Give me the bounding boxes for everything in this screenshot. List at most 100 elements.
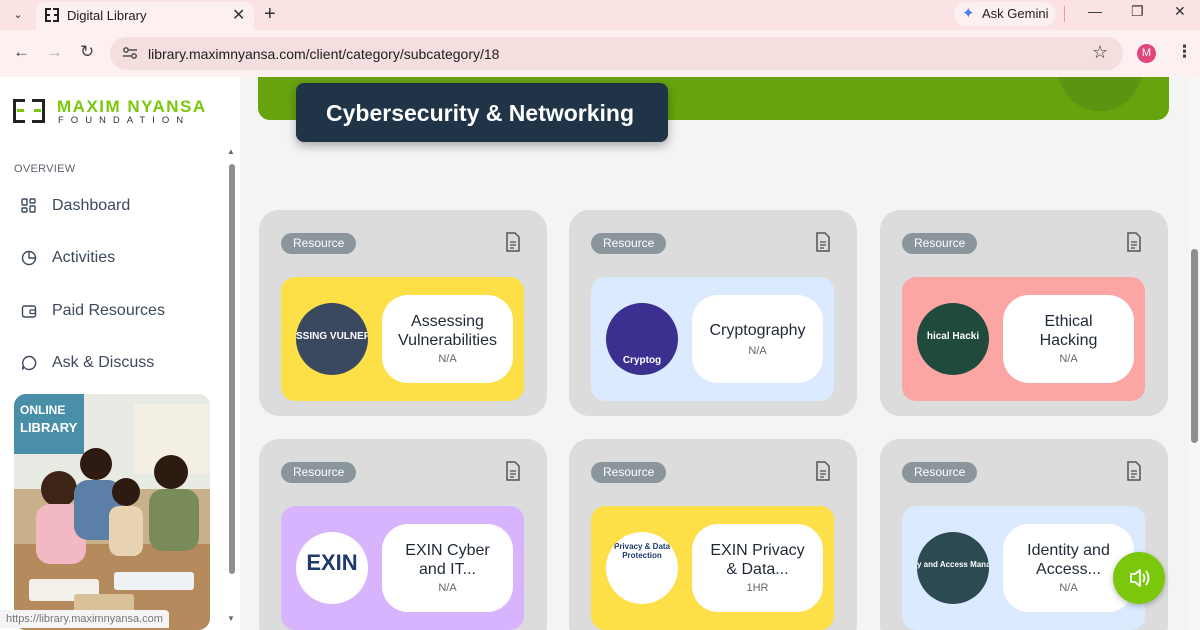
online-library-promo-image: ONLINE LIBRARY (14, 394, 210, 630)
resource-badge: Resource (591, 462, 667, 483)
resource-card-body[interactable]: Privacy & Data Protection EXIN Privacy &… (591, 506, 834, 630)
speaker-icon (1130, 569, 1150, 587)
thumbnail-text: y and Access Manag (917, 560, 989, 569)
resource-info: Cryptography N/A (692, 295, 823, 383)
resource-thumbnail: EXIN (296, 532, 368, 604)
window-divider (1064, 6, 1065, 22)
scroll-up-arrow-icon[interactable]: ▲ (227, 147, 235, 156)
thumbnail-text: Privacy & Data Protection (613, 542, 671, 560)
sidebar: MAXIM NYANSA FOUNDATION OVERVIEW Dashboa… (0, 77, 240, 630)
resource-card[interactable]: Resource Cryptog Cryptography N/A (569, 210, 857, 416)
browser-tab[interactable]: Digital Library ✕ (36, 2, 254, 30)
resource-duration: N/A (438, 353, 457, 365)
document-icon[interactable] (1126, 461, 1142, 481)
logo-subtitle: FOUNDATION (58, 115, 191, 126)
resource-card-body[interactable]: hical Hacki Ethical Hacking N/A (902, 277, 1145, 401)
resource-duration: N/A (438, 582, 457, 594)
logo-title: MAXIM NYANSA (57, 97, 207, 116)
resource-card[interactable]: Resource EXIN EXIN Cyber and IT... N/A (259, 439, 547, 630)
document-icon[interactable] (815, 232, 831, 252)
thumbnail-text: Cryptog (622, 355, 662, 366)
wallet-icon (21, 305, 37, 318)
children-reading-illustration: ONLINE LIBRARY (14, 394, 210, 630)
resource-badge: Resource (281, 233, 357, 254)
close-tab-icon[interactable]: ✕ (232, 5, 245, 25)
sidebar-item-label: Ask & Discuss (52, 354, 155, 371)
ask-gemini-button[interactable]: ✦ Ask Gemini (954, 2, 1056, 26)
thumbnail-text: hical Hacki (926, 331, 980, 342)
url-text: library.maximnyansa.com/client/category/… (148, 46, 500, 62)
site-settings-icon[interactable] (122, 45, 138, 61)
scroll-down-arrow-icon[interactable]: ▼ (227, 614, 235, 623)
main-scrollbar[interactable] (1191, 249, 1198, 443)
svg-text:LIBRARY: LIBRARY (20, 420, 78, 435)
bookmark-star-icon[interactable]: ☆ (1092, 42, 1108, 63)
section-label-overview: OVERVIEW (14, 163, 76, 175)
document-icon[interactable] (505, 232, 521, 252)
close-window-icon[interactable]: ✕ (1174, 3, 1186, 20)
resource-title-line2: Vulnerabilities (397, 332, 497, 349)
resource-card-body[interactable]: EXIN EXIN Cyber and IT... N/A (281, 506, 524, 630)
resource-thumbnail: Cryptog (606, 303, 678, 375)
resource-title-line1: EXIN Privacy (710, 542, 805, 559)
svg-text:ONLINE: ONLINE (20, 403, 65, 417)
browser-menu-icon[interactable]: ⋮ (1176, 42, 1193, 62)
resource-thumbnail: Privacy & Data Protection (606, 532, 678, 604)
text-to-speech-button[interactable] (1113, 552, 1165, 604)
ask-gemini-label: Ask Gemini (982, 6, 1049, 21)
status-bar-url: https://library.maximnyansa.com (0, 610, 169, 628)
address-bar[interactable]: library.maximnyansa.com/client/category/… (110, 37, 1123, 70)
resource-duration: N/A (748, 345, 767, 357)
resource-title-line1: Assessing (411, 313, 484, 330)
page-title-pill: Cybersecurity & Networking (296, 83, 668, 142)
resource-title-line2: & Data... (726, 561, 789, 578)
sidebar-item-activities[interactable]: Activities (14, 243, 214, 273)
thumbnail-text: EXIN (306, 550, 358, 575)
resource-info: Assessing Vulnerabilities N/A (382, 295, 513, 383)
resource-card-body[interactable]: SSING VULNERABI Assessing Vulnerabilitie… (281, 277, 524, 401)
sidebar-item-dashboard[interactable]: Dashboard (14, 191, 214, 221)
document-icon[interactable] (505, 461, 521, 481)
main-content: Cybersecurity & Networking Resource SSIN… (240, 77, 1200, 630)
document-icon[interactable] (1126, 232, 1142, 252)
resource-badge: Resource (902, 462, 978, 483)
main-scrollbar-track (1189, 77, 1200, 630)
minimize-icon[interactable]: — (1088, 3, 1102, 19)
resource-title-line2: Hacking (1039, 332, 1098, 349)
resource-card[interactable]: Resource SSING VULNERABI Assessing Vulne… (259, 210, 547, 416)
resource-title-line1: Ethical (1044, 313, 1093, 330)
thumbnail-text: SSING VULNERABI (296, 331, 368, 342)
resource-card-body[interactable]: Cryptog Cryptography N/A (591, 277, 834, 401)
resource-card-body[interactable]: y and Access Manag Identity and Access..… (902, 506, 1145, 630)
resource-badge: Resource (591, 233, 667, 254)
back-arrow-icon[interactable]: ← (13, 42, 30, 62)
restore-icon[interactable]: ❐ (1131, 3, 1144, 20)
resource-info: EXIN Cyber and IT... N/A (382, 524, 513, 612)
sidebar-item-label: Activities (52, 249, 116, 266)
profile-avatar[interactable]: M (1137, 44, 1156, 63)
chat-bubble-icon (21, 355, 37, 371)
resource-info: EXIN Privacy & Data... 1HR (692, 524, 823, 612)
resource-thumbnail: SSING VULNERABI (296, 303, 368, 375)
new-tab-icon[interactable]: + (264, 3, 276, 26)
sidebar-scrollbar[interactable] (229, 164, 235, 574)
forward-arrow-icon[interactable]: → (46, 42, 63, 62)
resource-card[interactable]: Resource Privacy & Data Protection EXIN … (569, 439, 857, 630)
sidebar-item-label: Paid Resources (52, 302, 165, 319)
resource-card[interactable]: Resource hical Hacki Ethical Hacking N/A (880, 210, 1168, 416)
pie-chart-icon (21, 250, 37, 266)
browser-toolbar: ← → ↻ library.maximnyansa.com/client/cat… (0, 30, 1200, 77)
sidebar-item-paid-resources[interactable]: Paid Resources (14, 296, 214, 326)
dashboard-grid-icon (21, 198, 36, 213)
site-favicon-icon (45, 8, 59, 22)
sidebar-item-ask-discuss[interactable]: Ask & Discuss (14, 348, 214, 378)
resource-duration: 1HR (746, 582, 769, 594)
resource-badge: Resource (281, 462, 357, 483)
reload-icon[interactable]: ↻ (80, 42, 94, 62)
tab-search-chevron-icon[interactable]: ⌄ (8, 5, 28, 25)
foundation-logo-icon[interactable] (13, 99, 45, 123)
browser-tab-bar: ⌄ Digital Library ✕ + ✦ Ask Gemini — ❐ ✕ (0, 0, 1200, 30)
resource-thumbnail: hical Hacki (917, 303, 989, 375)
resource-thumbnail: y and Access Manag (917, 532, 989, 604)
document-icon[interactable] (815, 461, 831, 481)
